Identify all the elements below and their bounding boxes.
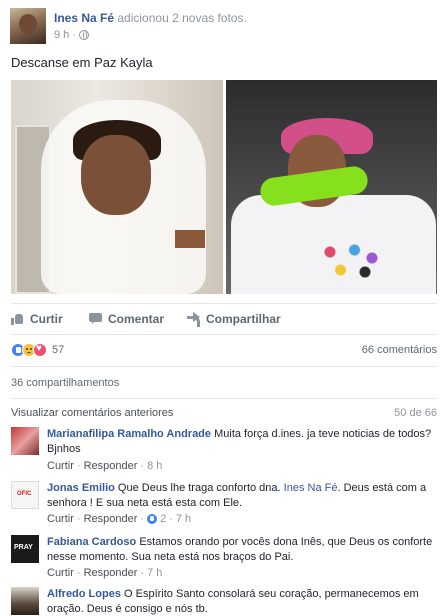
dot-separator: · [140, 460, 145, 472]
comment-time[interactable]: 7 h [176, 513, 191, 525]
post-timestamp[interactable]: 9 h [54, 29, 69, 41]
commenter-name[interactable]: Fabiana Cardoso [47, 536, 136, 548]
post-header: Ines Na Fé adicionou 2 novas fotos. 9 h … [10, 8, 440, 46]
comment-time[interactable]: 7 h [147, 567, 162, 579]
comment-body: Alfredo Lopes O Espírito Santo consolará… [47, 587, 437, 616]
share-button[interactable]: Compartilhar [187, 312, 281, 327]
divider [11, 366, 437, 367]
commenter-avatar[interactable] [11, 587, 39, 615]
comment-reply-link[interactable]: Responder [84, 513, 138, 525]
shares-count[interactable]: 36 compartilhamentos [11, 377, 119, 389]
post-action-text: adicionou 2 novas fotos. [117, 11, 247, 25]
comment-text: Que Deus lhe traga conforto dna. [117, 482, 281, 494]
comment-like-link[interactable]: Curtir [47, 513, 74, 525]
photo-hearts-pattern [316, 240, 386, 280]
dot-separator: · [76, 513, 81, 525]
comment-body: Fabiana Cardoso Estamos orando por vocês… [47, 535, 437, 565]
share-label: Compartilhar [206, 312, 281, 326]
author-name[interactable]: Ines Na Fé [54, 11, 114, 25]
comment-label: Comentar [108, 312, 165, 326]
post-action-bar: Curtir Comentar Compartilhar [11, 309, 437, 329]
comment-button[interactable]: Comentar [89, 312, 164, 326]
view-previous-comments-link[interactable]: Visualizar comentários anteriores [11, 407, 173, 419]
divider [11, 334, 437, 335]
comment-like-link[interactable]: Curtir [47, 567, 74, 579]
comment-like-count[interactable]: 2 [160, 513, 166, 525]
comment-time[interactable]: 8 h [147, 460, 162, 472]
comment-actions: Curtir · Responder · 7 h [47, 567, 162, 579]
photo-box-shape [175, 230, 205, 248]
comment-body: Marianafilipa Ramalho Andrade Muita forç… [47, 427, 437, 457]
post-photo-1[interactable] [11, 80, 223, 294]
mention-link[interactable]: Ines Na Fé [284, 482, 338, 494]
post-photo-2[interactable] [226, 80, 437, 294]
commenter-name[interactable]: Marianafilipa Ramalho Andrade [47, 428, 211, 440]
like-reaction-icon[interactable] [147, 514, 158, 524]
like-button[interactable]: Curtir [11, 312, 63, 326]
comment-like-link[interactable]: Curtir [47, 460, 74, 472]
post-meta: 9 h · [54, 29, 89, 41]
commenter-name[interactable]: Alfredo Lopes [47, 588, 121, 600]
love-reaction-icon [33, 343, 47, 357]
comment-actions: Curtir · Responder · 8 h [47, 460, 162, 472]
dot-separator: · [76, 567, 81, 579]
globe-icon[interactable] [78, 30, 89, 40]
like-label: Curtir [30, 312, 63, 326]
post-text: Descanse em Paz Kayla [11, 55, 153, 70]
reactions-summary[interactable]: 57 [11, 343, 64, 357]
author-avatar[interactable] [10, 8, 46, 44]
thumbs-up-icon [11, 313, 24, 325]
meta-separator: · [72, 29, 76, 41]
comments-count[interactable]: 66 comentários [362, 344, 437, 356]
comment-body: Jonas Emilio Que Deus lhe traga conforto… [47, 481, 437, 511]
dot-separator: · [76, 460, 81, 472]
dot-separator: · [140, 513, 145, 525]
photo-face-shape [81, 135, 151, 215]
dot-separator: · [169, 513, 173, 525]
divider [11, 303, 437, 304]
dot-separator: · [140, 567, 145, 579]
speech-bubble-icon [89, 313, 102, 325]
comment-reply-link[interactable]: Responder [84, 567, 138, 579]
divider [11, 398, 437, 399]
commenter-avatar[interactable] [11, 427, 39, 455]
commenter-name[interactable]: Jonas Emilio [47, 482, 115, 494]
share-arrow-icon [187, 312, 200, 327]
commenter-avatar[interactable] [11, 481, 39, 509]
commenter-avatar[interactable] [11, 535, 39, 563]
reaction-count: 57 [52, 344, 65, 356]
comment-reply-link[interactable]: Responder [84, 460, 138, 472]
comments-paging: 50 de 66 [394, 407, 437, 419]
comment-actions: Curtir · Responder · 2 · 7 h [47, 513, 191, 525]
author-line: Ines Na Fé adicionou 2 novas fotos. [54, 11, 247, 25]
